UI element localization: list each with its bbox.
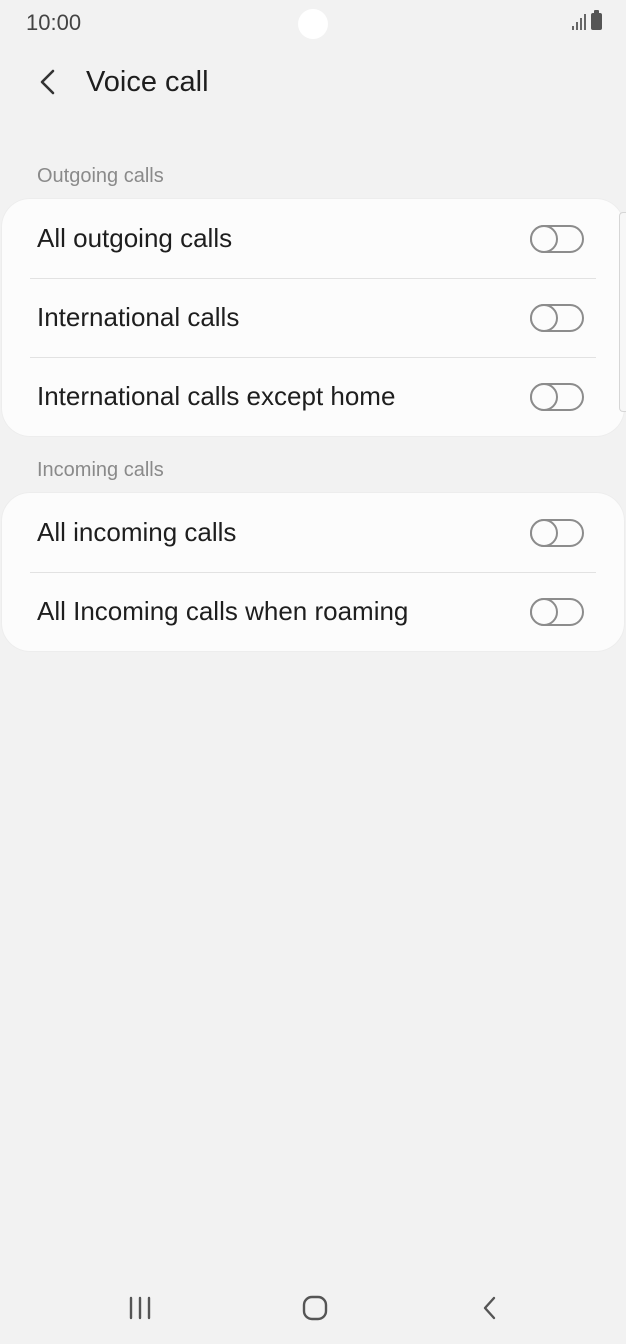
international-calls-except-home-toggle[interactable] xyxy=(530,382,584,411)
home-icon xyxy=(302,1295,328,1321)
status-icons xyxy=(572,10,602,30)
all-outgoing-calls-toggle[interactable] xyxy=(530,224,584,253)
page-title: Voice call xyxy=(86,66,209,98)
toggle-knob xyxy=(530,303,558,332)
international-calls-toggle[interactable] xyxy=(530,303,584,332)
list-item-label: International calls xyxy=(37,302,240,332)
status-bar: 10:00 xyxy=(0,0,626,48)
list-item-international-calls[interactable]: International calls xyxy=(2,278,624,357)
all-incoming-calls-toggle[interactable] xyxy=(530,518,584,547)
front-camera xyxy=(298,9,328,39)
recents-button[interactable] xyxy=(110,1290,170,1326)
back-button[interactable] xyxy=(28,62,68,102)
toggle-knob xyxy=(530,224,558,253)
list-item-label: All outgoing calls xyxy=(37,223,233,253)
toggle-knob xyxy=(530,382,558,411)
list-item-incoming-calls-roaming[interactable]: All Incoming calls when roaming xyxy=(2,572,624,651)
toggle-knob xyxy=(530,597,558,626)
navigation-bar xyxy=(0,1270,626,1344)
battery-icon xyxy=(591,10,602,30)
section-header-incoming: Incoming calls xyxy=(37,459,164,481)
home-button[interactable] xyxy=(285,1290,345,1326)
signal-icon xyxy=(572,12,586,30)
status-time: 10:00 xyxy=(26,10,82,35)
list-item-label: All incoming calls xyxy=(37,517,237,547)
list-item-international-calls-except-home[interactable]: International calls except home xyxy=(2,357,624,436)
toggle-knob xyxy=(530,518,558,547)
recents-icon xyxy=(129,1296,151,1320)
list-item-all-outgoing-calls[interactable]: All outgoing calls xyxy=(2,199,624,278)
incoming-calls-card: All incoming calls All Incoming calls wh… xyxy=(2,493,624,651)
outgoing-calls-card: All outgoing calls International calls I… xyxy=(2,199,624,436)
scroll-indicator[interactable] xyxy=(619,212,626,412)
list-item-all-incoming-calls[interactable]: All incoming calls xyxy=(2,493,624,572)
nav-back-button[interactable] xyxy=(460,1290,520,1326)
list-item-label: All Incoming calls when roaming xyxy=(37,596,409,626)
chevron-left-icon xyxy=(40,69,55,95)
incoming-calls-roaming-toggle[interactable] xyxy=(530,597,584,626)
app-header: Voice call xyxy=(0,52,626,114)
back-icon xyxy=(483,1296,496,1320)
screen: 10:00 Voice call Outgoing calls All outg… xyxy=(0,0,626,1344)
list-item-label: International calls except home xyxy=(37,381,396,411)
section-header-outgoing: Outgoing calls xyxy=(37,165,164,187)
